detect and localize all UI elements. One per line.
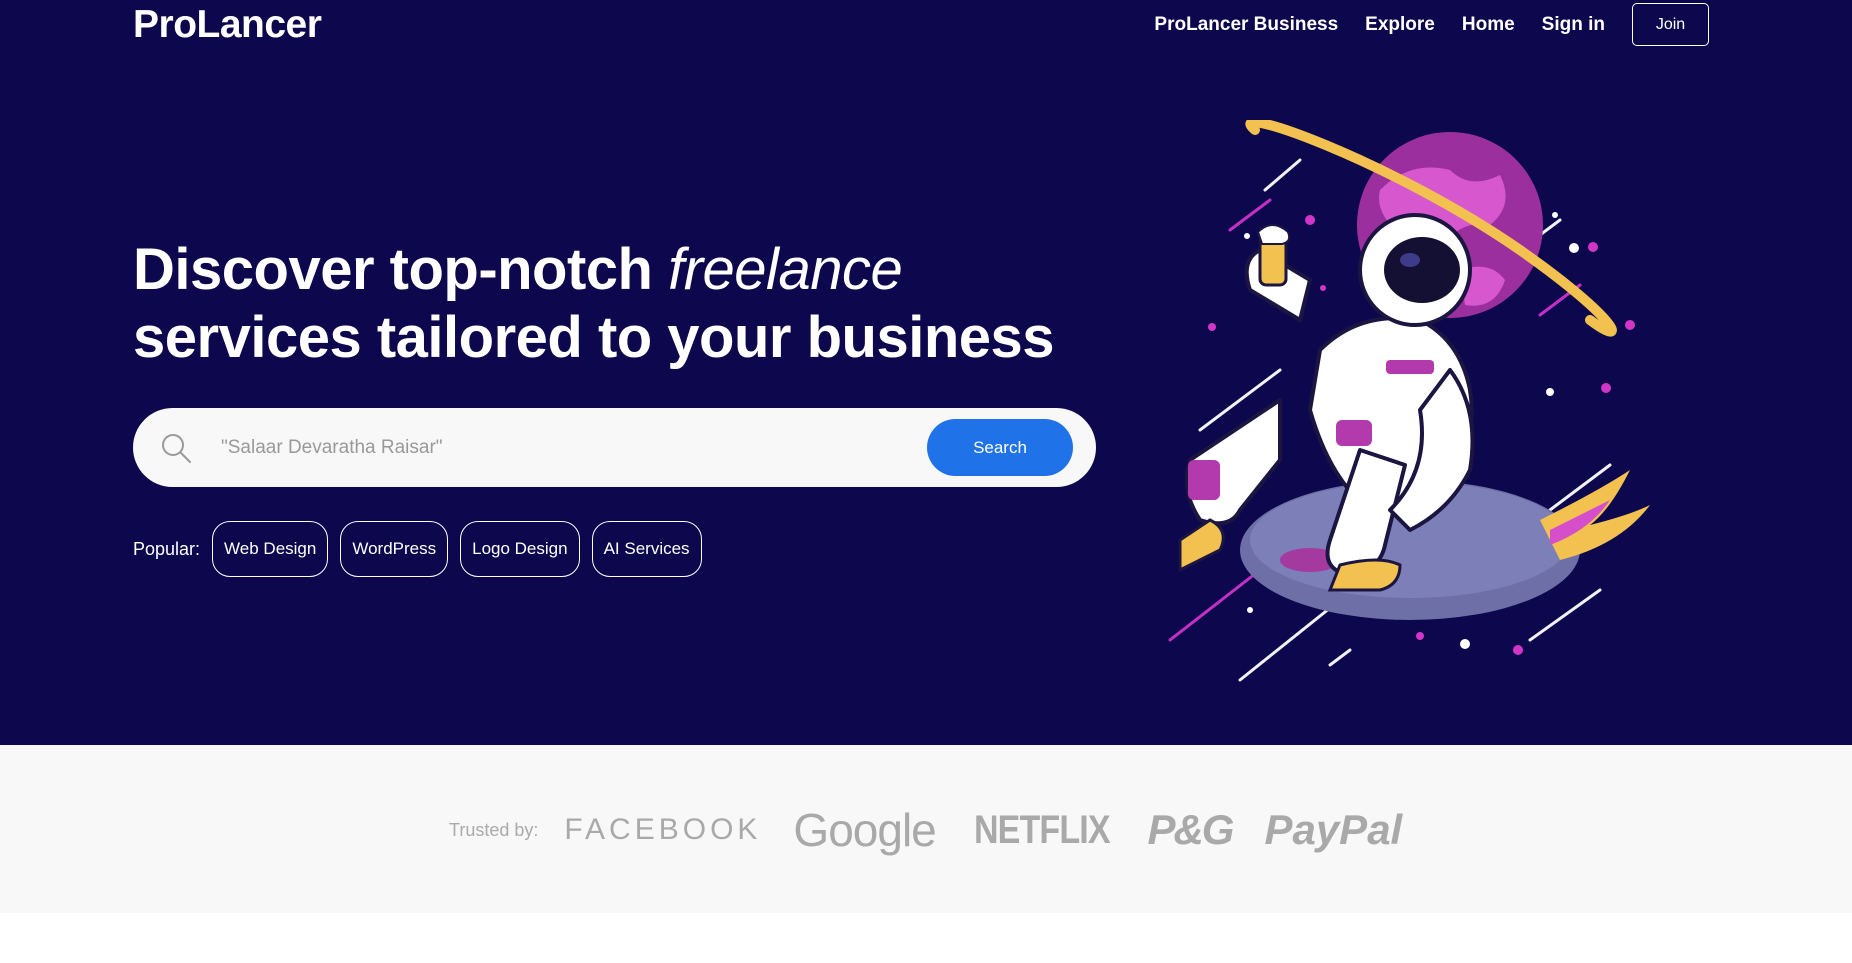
nav-link-explore[interactable]: Explore [1365, 14, 1435, 36]
trusted-by-section: Trusted by: FACEBOOK Google NETFLIX P&G … [0, 745, 1852, 913]
search-bar: Search [133, 408, 1096, 487]
nav-link-home[interactable]: Home [1462, 14, 1515, 36]
popular-tag-ai-services[interactable]: AI Services [591, 521, 702, 577]
brand-logo-google: Google [793, 804, 936, 856]
popular-tag-web-design[interactable]: Web Design [212, 521, 329, 577]
popular-tag-wordpress[interactable]: WordPress [340, 521, 449, 577]
hero-section: ProLancer ProLancer Business Explore Hom… [0, 0, 1852, 745]
astronaut-on-rocket-illustration [1168, 120, 1650, 682]
search-input[interactable] [221, 428, 841, 468]
search-icon [162, 434, 191, 463]
site-logo[interactable]: ProLancer [133, 2, 322, 48]
brand-logo-facebook: FACEBOOK [564, 813, 762, 846]
search-button[interactable]: Search [927, 419, 1073, 476]
hero-headline: Discover top-notch freelance services ta… [133, 236, 1055, 372]
headline-emphasis: freelance [668, 237, 903, 302]
headline-part-1: Discover top-notch [133, 237, 669, 302]
headline-part-2: services tailored to your business [133, 305, 1055, 370]
brand-logo-netflix: NETFLIX [973, 808, 1111, 852]
join-button[interactable]: Join [1632, 3, 1709, 46]
brand-logo-pg: P&G [1147, 806, 1234, 853]
trusted-label: Trusted by: [449, 819, 539, 840]
brand-logo-paypal: PayPal [1264, 806, 1403, 853]
top-nav: ProLancer Business Explore Home Sign in … [1154, 3, 1709, 46]
popular-tag-logo-design[interactable]: Logo Design [460, 521, 580, 577]
popular-label: Popular: [133, 538, 201, 559]
nav-link-sign-in[interactable]: Sign in [1542, 14, 1605, 36]
popular-tags: Popular: Web Design WordPress Logo Desig… [133, 521, 702, 577]
trusted-by-row: Trusted by: FACEBOOK Google NETFLIX P&G … [449, 805, 1402, 855]
nav-link-business[interactable]: ProLancer Business [1154, 14, 1338, 36]
